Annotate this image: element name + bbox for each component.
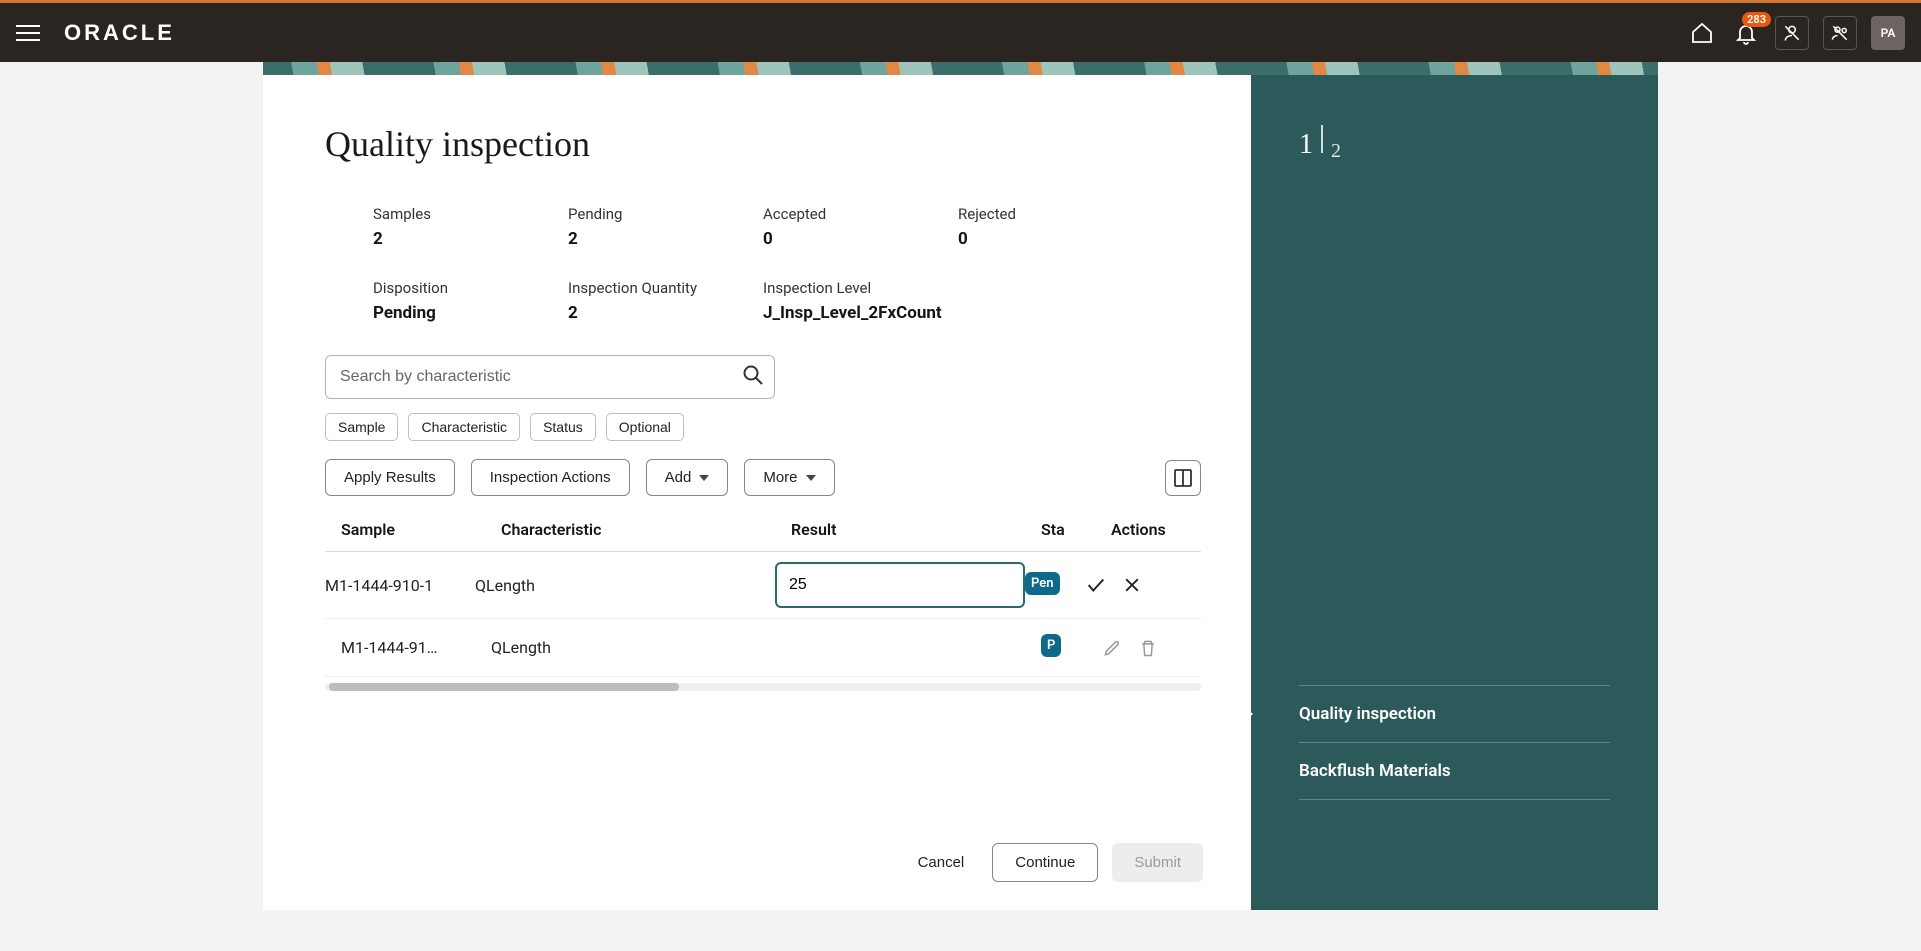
summary-label: Pending: [568, 205, 763, 223]
person-off-icon[interactable]: [1775, 16, 1809, 50]
status-badge: Pen: [1025, 572, 1060, 595]
summary-value: 0: [763, 229, 958, 249]
more-button[interactable]: More: [744, 459, 834, 496]
chip-characteristic[interactable]: Characteristic: [408, 413, 520, 441]
summary-samples: Samples 2: [373, 205, 568, 249]
summary-label: Inspection Quantity: [568, 279, 763, 297]
add-button[interactable]: Add: [646, 459, 729, 496]
col-actions: Actions: [1111, 520, 1201, 539]
step-divider: [1321, 125, 1323, 153]
table-header: Sample Characteristic Result Sta Actions: [325, 520, 1201, 552]
global-header: ORACLE 283 PA: [0, 0, 1921, 62]
cancel-button[interactable]: Cancel: [904, 843, 979, 882]
summary-pending: Pending 2: [568, 205, 763, 249]
side-step-backflush-materials[interactable]: Backflush Materials: [1299, 743, 1610, 800]
confirm-icon[interactable]: [1085, 574, 1107, 596]
notifications-icon[interactable]: 283: [1731, 18, 1761, 48]
result-input[interactable]: [775, 562, 1025, 608]
continue-button[interactable]: Continue: [992, 843, 1098, 882]
step-total: 2: [1331, 140, 1341, 163]
summary-grid: Samples 2 Pending 2 Accepted 0 Rejected …: [325, 205, 1201, 323]
inspection-actions-button[interactable]: Inspection Actions: [471, 459, 630, 496]
summary-inspection-level: Inspection Level J_Insp_Level_2FxCount: [763, 279, 1153, 323]
page-title: Quality inspection: [325, 123, 1201, 165]
summary-value: Pending: [373, 303, 568, 323]
avatar[interactable]: PA: [1871, 16, 1905, 50]
chip-sample[interactable]: Sample: [325, 413, 398, 441]
oracle-logo: ORACLE: [64, 20, 175, 46]
step-current: 1: [1299, 129, 1313, 161]
summary-accepted: Accepted 0: [763, 205, 958, 249]
summary-label: Inspection Level: [763, 279, 1153, 297]
summary-value: 2: [568, 229, 763, 249]
toolbar: Apply Results Inspection Actions Add Mor…: [325, 459, 1201, 496]
footer-actions: Cancel Continue Submit: [263, 807, 1251, 882]
search-icon[interactable]: [741, 363, 765, 391]
menu-icon[interactable]: [16, 19, 44, 47]
apply-results-button[interactable]: Apply Results: [325, 459, 455, 496]
chip-status[interactable]: Status: [530, 413, 596, 441]
search-input[interactable]: [325, 355, 775, 399]
summary-label: Rejected: [958, 205, 1153, 223]
status-badge: P: [1041, 634, 1061, 657]
edit-icon[interactable]: [1101, 637, 1123, 659]
summary-rejected: Rejected 0: [958, 205, 1153, 249]
col-status: Sta: [1041, 520, 1111, 539]
submit-button: Submit: [1112, 843, 1203, 882]
delete-icon[interactable]: [1137, 637, 1159, 659]
results-table: Sample Characteristic Result Sta Actions…: [325, 520, 1201, 691]
summary-value: 2: [373, 229, 568, 249]
side-step-quality-inspection[interactable]: Quality inspection: [1299, 685, 1610, 743]
notification-badge: 283: [1742, 12, 1771, 27]
add-button-label: Add: [665, 469, 692, 486]
decorative-banner: [263, 62, 1658, 75]
col-result: Result: [791, 520, 1041, 539]
col-characteristic: Characteristic: [501, 520, 791, 539]
table-row: M1-1444-910-1 QLength Pen: [325, 552, 1201, 619]
summary-label: Disposition: [373, 279, 568, 297]
horizontal-scrollbar[interactable]: [325, 683, 1201, 691]
side-panel: 1 2 Quality inspection Backflush Materia…: [1251, 75, 1658, 910]
summary-label: Accepted: [763, 205, 958, 223]
table-row: M1-1444-91… QLength P: [325, 619, 1201, 677]
cancel-icon[interactable]: [1121, 574, 1143, 596]
summary-value: 0: [958, 229, 1153, 249]
home-icon[interactable]: [1687, 18, 1717, 48]
summary-inspection-quantity: Inspection Quantity 2: [568, 279, 763, 323]
chip-optional[interactable]: Optional: [606, 413, 684, 441]
col-sample: Sample: [341, 520, 501, 539]
more-button-label: More: [763, 469, 797, 486]
side-step-list: Quality inspection Backflush Materials: [1251, 685, 1658, 800]
summary-disposition: Disposition Pending: [373, 279, 568, 323]
scrollbar-thumb[interactable]: [329, 683, 679, 691]
summary-label: Samples: [373, 205, 568, 223]
chevron-down-icon: [806, 475, 816, 481]
group-off-icon[interactable]: [1823, 16, 1857, 50]
cell-sample: M1-1444-91…: [341, 638, 491, 657]
layout-toggle-button[interactable]: [1165, 460, 1201, 496]
cell-sample: M1-1444-910-1: [325, 576, 475, 595]
cell-characteristic: QLength: [475, 576, 775, 595]
summary-value: J_Insp_Level_2FxCount: [763, 303, 1153, 323]
filter-chip-row: Sample Characteristic Status Optional: [325, 413, 1201, 441]
step-indicator: 1 2: [1299, 125, 1610, 161]
cell-characteristic: QLength: [491, 638, 791, 657]
chevron-down-icon: [699, 475, 709, 481]
summary-value: 2: [568, 303, 763, 323]
main-panel: Quality inspection Samples 2 Pending 2 A…: [263, 75, 1251, 910]
